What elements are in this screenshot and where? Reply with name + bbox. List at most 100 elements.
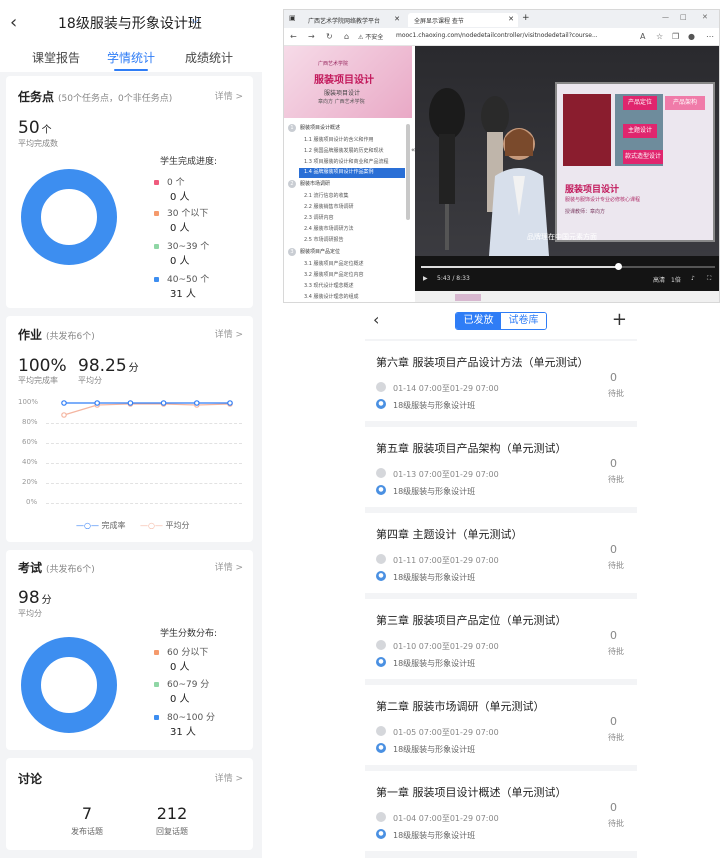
tab-actions-icon[interactable]: ▣: [289, 14, 296, 22]
task-donut-chart: [21, 169, 117, 265]
toc-item[interactable]: 2.4 服装市场调研方法: [304, 225, 354, 232]
back-icon[interactable]: ‹: [373, 310, 379, 329]
toc-item-selected[interactable]: 1.4 品牌服装项目设计作品案例: [299, 168, 405, 178]
chevron-down-icon[interactable]: ⌵: [191, 13, 199, 27]
refresh-icon[interactable]: ↻: [326, 32, 333, 41]
page-content: 广西艺术学院 服装项目设计 服装项目设计 章向方 广西艺术学院 1 服装项目设计概…: [284, 46, 719, 302]
slide-author: 授课教师：章向方: [565, 209, 606, 215]
home-icon[interactable]: ⌂: [344, 32, 349, 41]
exam-list-item[interactable]: 第一章 服装项目设计概述（单元测试） 01-04 07:00至01-29 07:…: [365, 771, 637, 851]
toc-item[interactable]: 2.2 服装销售市场调研: [304, 203, 354, 210]
video-player[interactable]: 产品定位 产品架构 主题设计 款式造型设计 服装项目设计 服装与服饰设计专业必修…: [415, 46, 719, 291]
close-icon[interactable]: ✕: [394, 15, 400, 23]
exam-title[interactable]: 第二章 服装市场调研（单元测试）: [376, 698, 596, 714]
forward-nav-icon[interactable]: →: [308, 32, 315, 41]
tab-class-report[interactable]: 课堂报告: [32, 49, 80, 66]
segment-paper-library[interactable]: 试卷库: [501, 313, 546, 329]
toc-item[interactable]: 3.1 服装项目产品定位概述: [304, 260, 364, 267]
exam-title[interactable]: 第三章 服装项目产品定位（单元测试）: [376, 612, 596, 628]
task-points-card: 任务点 (50个任务点，0个非任务点) 详情 > 50 个 平均完成数 学生完成进度…: [6, 76, 253, 308]
clock-icon: [376, 726, 386, 736]
donut-segment-40-50: [21, 169, 117, 265]
avg-completion-rate: 100%: [18, 356, 67, 376]
read-aloud-icon[interactable]: A: [640, 32, 645, 41]
browser-tab-active[interactable]: 全屏显示课程 查节 ✕: [408, 13, 518, 27]
back-icon[interactable]: ‹: [10, 12, 17, 33]
data-point[interactable]: [61, 412, 67, 418]
back-nav-icon[interactable]: ←: [290, 32, 297, 41]
exam-list-item[interactable]: 第四章 主题设计（单元测试） 01-11 07:00至01-29 07:00 ●…: [365, 513, 637, 593]
toc-item[interactable]: 1.3 项目服装的设计和商业和产品流程: [304, 158, 389, 165]
exam-list-item[interactable]: 第二章 服装市场调研（单元测试） 01-05 07:00至01-29 07:00…: [365, 685, 637, 765]
close-icon[interactable]: ✕: [508, 15, 514, 23]
detail-link[interactable]: 详情 >: [215, 771, 243, 784]
speed-select[interactable]: 1倍: [671, 275, 681, 284]
maximize-icon[interactable]: □: [680, 13, 687, 21]
segment-published[interactable]: 已发放: [456, 313, 501, 329]
toc-chapter[interactable]: 3 服装项目产品定位: [288, 248, 340, 256]
detail-link[interactable]: 详情 >: [215, 560, 243, 573]
tab-learning-stats[interactable]: 学情统计: [107, 49, 155, 66]
data-point[interactable]: [61, 400, 67, 406]
favorite-icon[interactable]: ☆: [656, 32, 663, 41]
security-warning[interactable]: ⚠ 不安全: [358, 32, 383, 41]
pending-count: 0: [610, 629, 617, 642]
exam-title[interactable]: 第四章 主题设计（单元测试）: [376, 526, 596, 542]
tab-grade-stats[interactable]: 成绩统计: [185, 49, 233, 66]
exam-title[interactable]: 第六章 服装项目产品设计方法（单元测试）: [376, 354, 596, 370]
play-icon[interactable]: ▶: [423, 275, 428, 282]
data-point[interactable]: [160, 400, 167, 406]
exam-list-item[interactable]: 第五章 服装项目产品架构（单元测试） 01-13 07:00至01-29 07:…: [365, 427, 637, 507]
close-window-icon[interactable]: ✕: [702, 13, 708, 21]
volume-icon[interactable]: ♪: [691, 275, 695, 282]
toc-item[interactable]: 3.2 服装项目产品定位内容: [304, 271, 364, 278]
avg-score-caption: 平均分: [78, 376, 102, 385]
pending-count: 0: [610, 457, 617, 470]
legend-value: 31 人: [170, 289, 196, 300]
profile-icon[interactable]: ●: [688, 32, 695, 41]
exam-title[interactable]: 第五章 服装项目产品架构（单元测试）: [376, 440, 596, 456]
toc-chapter[interactable]: 2 服装市场调研: [288, 180, 330, 188]
sidebar-scrollbar[interactable]: [406, 124, 410, 220]
minimize-icon[interactable]: —: [662, 13, 669, 21]
thumbnail-image[interactable]: [455, 294, 481, 301]
pending-count: 0: [610, 715, 617, 728]
data-point[interactable]: [194, 400, 200, 406]
exam-avg-value: 98 分: [18, 588, 52, 608]
collections-icon[interactable]: ❐: [672, 32, 679, 41]
data-point[interactable]: [94, 400, 101, 406]
toc-chapter[interactable]: 1 服装项目设计概述: [288, 124, 340, 132]
toc-item[interactable]: 2.3 调研内容: [304, 214, 334, 221]
quality-select[interactable]: 高清: [653, 275, 665, 284]
detail-link[interactable]: 详情 >: [215, 89, 243, 102]
detail-link[interactable]: 详情 >: [215, 327, 243, 340]
toc-item[interactable]: 1.1 服装项目设计的含义和作用: [304, 136, 374, 143]
exam-list-item[interactable]: 第六章 服装项目产品设计方法（单元测试） 01-14 07:00至01-29 0…: [365, 341, 637, 421]
pending-label: 待批: [608, 389, 624, 398]
video-progress-bar[interactable]: [421, 263, 715, 270]
toc-item[interactable]: 1.2 我国品牌服装发展的历史和现状: [304, 147, 384, 154]
exam-class: 18级服装与形象设计班: [393, 659, 476, 668]
toc-item[interactable]: 2.1 流行信息的收集: [304, 192, 349, 199]
more-icon[interactable]: ⋯: [706, 32, 714, 41]
legend-item: 30 个以下: [154, 206, 208, 219]
toc-item[interactable]: 2.5 市场调研报告: [304, 236, 344, 243]
class-title[interactable]: 18级服装与形象设计班: [58, 13, 202, 33]
url-field[interactable]: mooc1.chaoxing.com/nodedetailcontroller/…: [396, 32, 598, 39]
browser-tab[interactable]: 广西艺术学院网络教学平台 ✕: [302, 13, 404, 27]
exam-card: 考试 (共发布6个) 详情 > 98 分 平均分 学生分数分布: 60 分以下 0 …: [6, 550, 253, 750]
video-progress-handle[interactable]: [614, 263, 622, 270]
address-bar: ← → ↻ ⌂ ⚠ 不安全 mooc1.chaoxing.com/nodedet…: [284, 28, 719, 46]
y-tick-label: 0%: [26, 498, 38, 506]
exam-list-item[interactable]: 第三章 服装项目产品定位（单元测试） 01-10 07:00至01-29 07:…: [365, 599, 637, 679]
exam-title[interactable]: 第一章 服装项目设计概述（单元测试）: [376, 784, 596, 800]
data-point[interactable]: [227, 400, 233, 406]
data-point[interactable]: [127, 400, 134, 406]
toc-item[interactable]: 3.4 服装设计理念的组成: [304, 293, 359, 300]
y-tick-label: 100%: [18, 398, 39, 406]
new-tab-icon[interactable]: +: [522, 13, 530, 23]
toc-item[interactable]: 3.3 现代设计理念概述: [304, 282, 354, 289]
add-icon[interactable]: +: [612, 309, 627, 330]
fullscreen-icon[interactable]: ⛶: [707, 275, 711, 283]
exam-date: 01-13 07:00至01-29 07:00: [393, 470, 499, 479]
